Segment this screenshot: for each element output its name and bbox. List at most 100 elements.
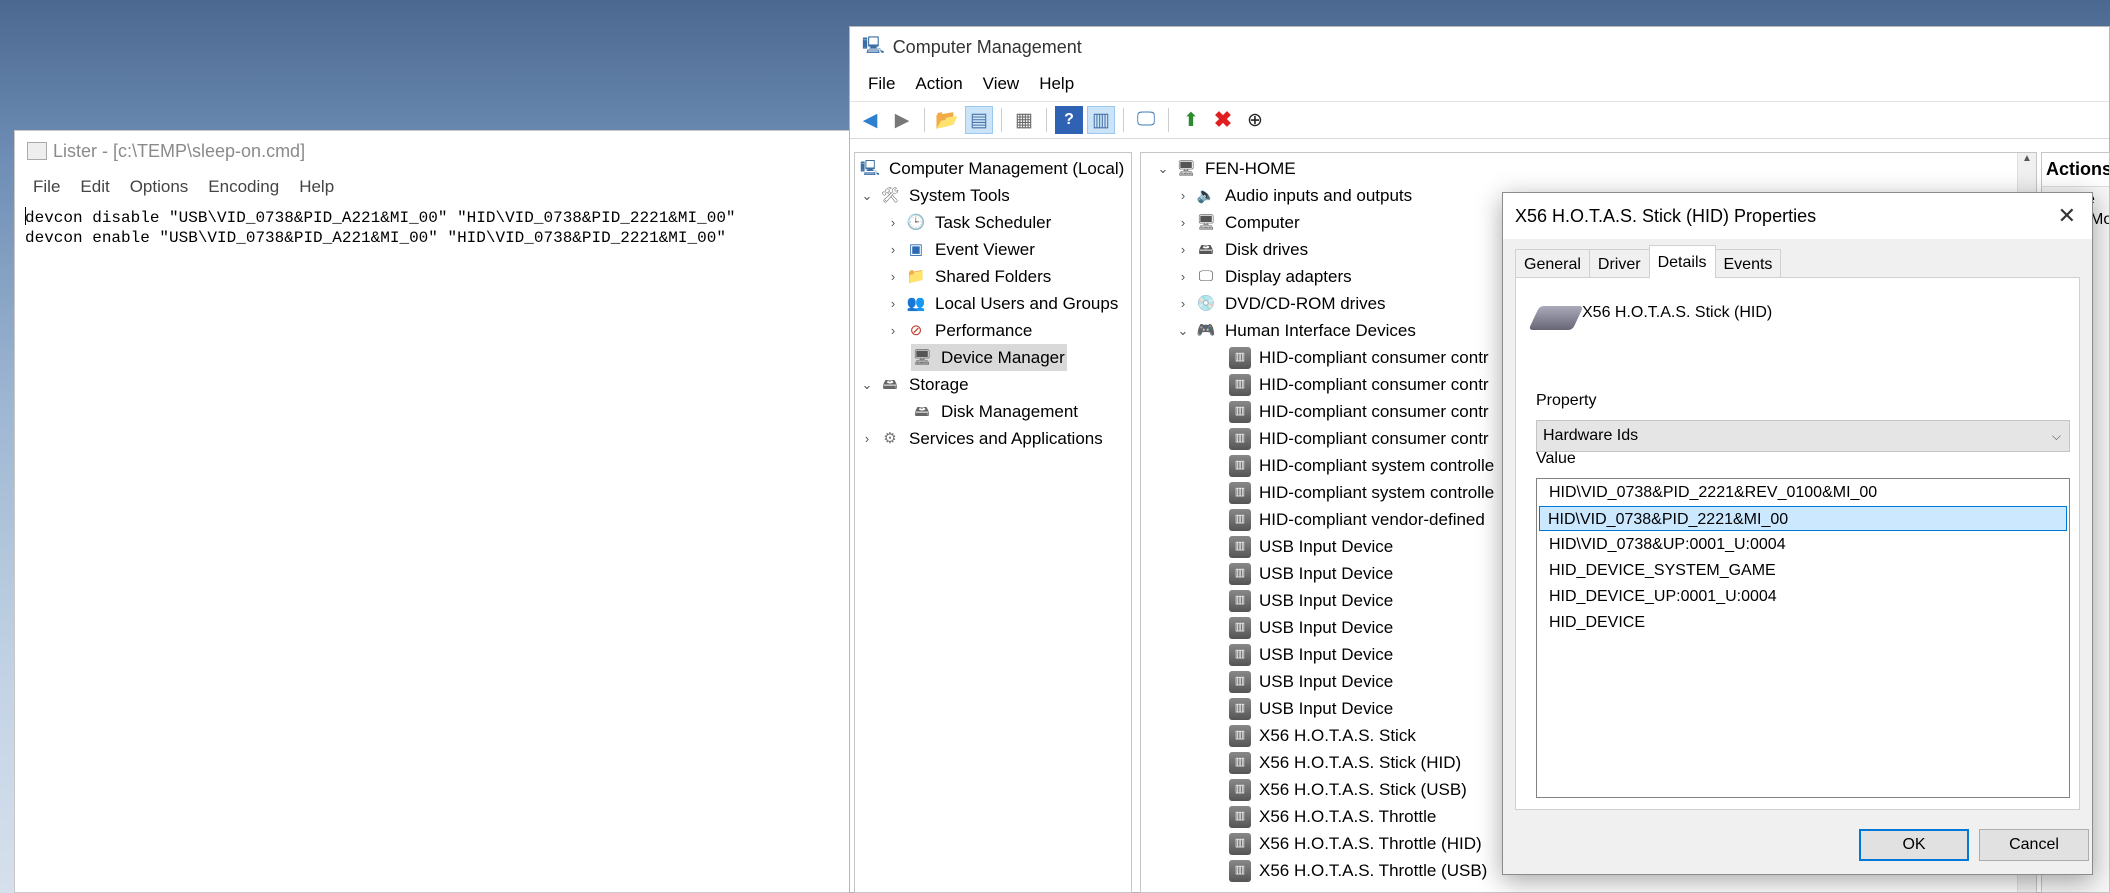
chevron-down-icon[interactable]: ⌄ — [1155, 155, 1171, 182]
scroll-up-icon[interactable]: ▲ — [2018, 153, 2036, 164]
tab-events[interactable]: Events — [1714, 249, 1782, 278]
up-folder-icon[interactable]: 📂 — [933, 106, 961, 134]
show-action-pane-icon[interactable]: ▥ — [1087, 106, 1115, 134]
forward-arrow-icon[interactable]: ▶ — [888, 106, 916, 134]
chevron-right-icon[interactable]: › — [1175, 236, 1191, 263]
cm-titlebar[interactable]: 🖳 Computer Management — [850, 27, 2109, 67]
device-host[interactable]: ⌄ 🖥 FEN-HOME — [1155, 155, 1296, 182]
device-item[interactable]: ▥ USB Input Device — [1229, 533, 1393, 560]
tree-label: Shared Folders — [935, 267, 1052, 286]
device-item[interactable]: ▥ HID-compliant consumer contr — [1229, 425, 1489, 452]
lister-titlebar[interactable]: Lister - [c:\TEMP\sleep-on.cmd] — [15, 131, 859, 171]
device-item[interactable]: ▥ X56 H.O.T.A.S. Throttle — [1229, 803, 1436, 830]
device-item[interactable]: ▥ USB Input Device — [1229, 695, 1393, 722]
chevron-right-icon[interactable]: › — [885, 209, 901, 236]
tab-driver[interactable]: Driver — [1588, 249, 1650, 278]
property-select[interactable]: Hardware Ids ⌵ — [1536, 420, 2070, 452]
value-item[interactable]: HID_DEVICE_SYSTEM_GAME — [1539, 558, 2067, 583]
monitor-icon[interactable]: 🖵 — [1132, 106, 1160, 134]
tree-disk-management[interactable]: 🖴 Disk Management — [911, 398, 1078, 425]
device-item[interactable]: ▥ HID-compliant system controlle — [1229, 452, 1494, 479]
ok-button[interactable]: OK — [1859, 829, 1969, 861]
uninstall-device-icon[interactable]: ✖ — [1209, 106, 1237, 134]
tab-general[interactable]: General — [1515, 249, 1590, 278]
chevron-right-icon[interactable]: › — [885, 290, 901, 317]
help-icon[interactable]: ? — [1055, 106, 1083, 134]
value-item[interactable]: HID\VID_0738&PID_2221&REV_0100&MI_00 — [1539, 480, 2067, 505]
scan-hardware-icon[interactable]: ⊕ — [1241, 106, 1269, 134]
device-item[interactable]: ▥ HID-compliant consumer contr — [1229, 371, 1489, 398]
tree-root[interactable]: 🖳 Computer Management (Local) — [859, 155, 1124, 182]
cancel-button[interactable]: Cancel — [1979, 829, 2089, 861]
lister-menu-file[interactable]: File — [23, 177, 70, 197]
value-item-selected[interactable]: HID\VID_0738&PID_2221&MI_00 — [1539, 506, 2067, 531]
device-category[interactable]: › 🖴 Disk drives — [1175, 236, 1308, 263]
tree-shared-folders[interactable]: › 📁 Shared Folders — [885, 263, 1051, 290]
lister-menu-options[interactable]: Options — [120, 177, 199, 197]
lister-menu-edit[interactable]: Edit — [70, 177, 119, 197]
tree-device-manager[interactable]: 🖥 Device Manager — [911, 344, 1067, 371]
device-item[interactable]: ▥ USB Input Device — [1229, 614, 1393, 641]
device-category[interactable]: › 🖥 Computer — [1175, 209, 1300, 236]
back-arrow-icon[interactable]: ◀ — [856, 106, 884, 134]
device-item[interactable]: ▥ HID-compliant vendor-defined — [1229, 506, 1485, 533]
chevron-down-icon[interactable]: ⌄ — [1175, 317, 1191, 344]
device-item[interactable]: ▥ HID-compliant consumer contr — [1229, 344, 1489, 371]
tree-performance[interactable]: › ⊘ Performance — [885, 317, 1033, 344]
tab-details[interactable]: Details — [1648, 245, 1716, 278]
device-item[interactable]: ▥ X56 H.O.T.A.S. Stick (USB) — [1229, 776, 1467, 803]
tree-task-scheduler[interactable]: › 🕒 Task Scheduler — [885, 209, 1051, 236]
tree-storage[interactable]: ⌄ 🖴 Storage — [859, 371, 969, 398]
value-item[interactable]: HID_DEVICE — [1539, 610, 2067, 635]
chevron-right-icon[interactable]: › — [859, 425, 875, 452]
cm-menu-help[interactable]: Help — [1029, 74, 1084, 94]
device-item[interactable]: ▥ X56 H.O.T.A.S. Stick (HID) — [1229, 749, 1461, 776]
update-driver-icon[interactable]: ⬆ — [1177, 106, 1205, 134]
device-item[interactable]: ▥ HID-compliant consumer contr — [1229, 398, 1489, 425]
tree-services[interactable]: › ⚙ Services and Applications — [859, 425, 1103, 452]
cm-menu-action[interactable]: Action — [905, 74, 972, 94]
device-item[interactable]: ▥ X56 H.O.T.A.S. Throttle (USB) — [1229, 857, 1487, 884]
console-tree-pane[interactable]: 🖳 Computer Management (Local) ⌄ 🛠 System… — [854, 152, 1132, 893]
device-category[interactable]: ⌄ 🎮 Human Interface Devices — [1175, 317, 1416, 344]
device-item[interactable]: ▥ USB Input Device — [1229, 587, 1393, 614]
device-item[interactable]: ▥ X56 H.O.T.A.S. Stick — [1229, 722, 1416, 749]
device-category[interactable]: › 💿 DVD/CD-ROM drives — [1175, 290, 1386, 317]
lister-menu-help[interactable]: Help — [289, 177, 344, 197]
lister-text-area[interactable]: devcon disable "USB\VID_0738&PID_A221&MI… — [15, 203, 859, 892]
tree-system-tools[interactable]: ⌄ 🛠 System Tools — [859, 182, 1010, 209]
cm-menu-file[interactable]: File — [858, 74, 905, 94]
tools-icon: 🛠 — [880, 187, 900, 204]
chevron-right-icon[interactable]: › — [1175, 263, 1191, 290]
value-item[interactable]: HID_DEVICE_UP:0001_U:0004 — [1539, 584, 2067, 609]
device-item[interactable]: ▥ USB Input Device — [1229, 668, 1393, 695]
device-category[interactable]: › 🔈 Audio inputs and outputs — [1175, 182, 1412, 209]
chevron-right-icon[interactable]: › — [885, 317, 901, 344]
chevron-down-icon[interactable]: ⌄ — [859, 182, 875, 209]
value-item[interactable]: HID\VID_0738&UP:0001_U:0004 — [1539, 532, 2067, 557]
tree-event-viewer[interactable]: › ▣ Event Viewer — [885, 236, 1035, 263]
lister-menu-encoding[interactable]: Encoding — [198, 177, 289, 197]
device-item[interactable]: ▥ USB Input Device — [1229, 560, 1393, 587]
device-item-label: USB Input Device — [1259, 537, 1394, 556]
chevron-down-icon[interactable]: ⌄ — [859, 371, 875, 398]
chevron-right-icon[interactable]: › — [1175, 182, 1191, 209]
chevron-right-icon[interactable]: › — [1175, 290, 1191, 317]
chevron-right-icon[interactable]: › — [885, 236, 901, 263]
device-category[interactable]: › 🖵 Display adapters — [1175, 263, 1352, 290]
device-item-label: HID-compliant consumer contr — [1259, 375, 1489, 394]
export-list-icon[interactable]: ▦ — [1010, 106, 1038, 134]
value-listbox[interactable]: HID\VID_0738&PID_2221&REV_0100&MI_00 HID… — [1536, 478, 2070, 798]
chevron-right-icon[interactable]: › — [1175, 209, 1191, 236]
chevron-right-icon[interactable]: › — [885, 263, 901, 290]
close-icon[interactable]: ✕ — [2058, 203, 2076, 229]
dialog-titlebar[interactable]: X56 H.O.T.A.S. Stick (HID) Properties — [1503, 193, 2092, 239]
hid-device-icon: ▥ — [1229, 751, 1251, 774]
device-item-label: X56 H.O.T.A.S. Throttle (USB) — [1259, 861, 1488, 880]
device-item[interactable]: ▥ X56 H.O.T.A.S. Throttle (HID) — [1229, 830, 1482, 857]
cm-menu-view[interactable]: View — [973, 74, 1030, 94]
device-item[interactable]: ▥ HID-compliant system controlle — [1229, 479, 1494, 506]
tree-local-users[interactable]: › 👥 Local Users and Groups — [885, 290, 1119, 317]
device-item[interactable]: ▥ USB Input Device — [1229, 641, 1393, 668]
show-hide-tree-icon[interactable]: ▤ — [965, 106, 993, 134]
